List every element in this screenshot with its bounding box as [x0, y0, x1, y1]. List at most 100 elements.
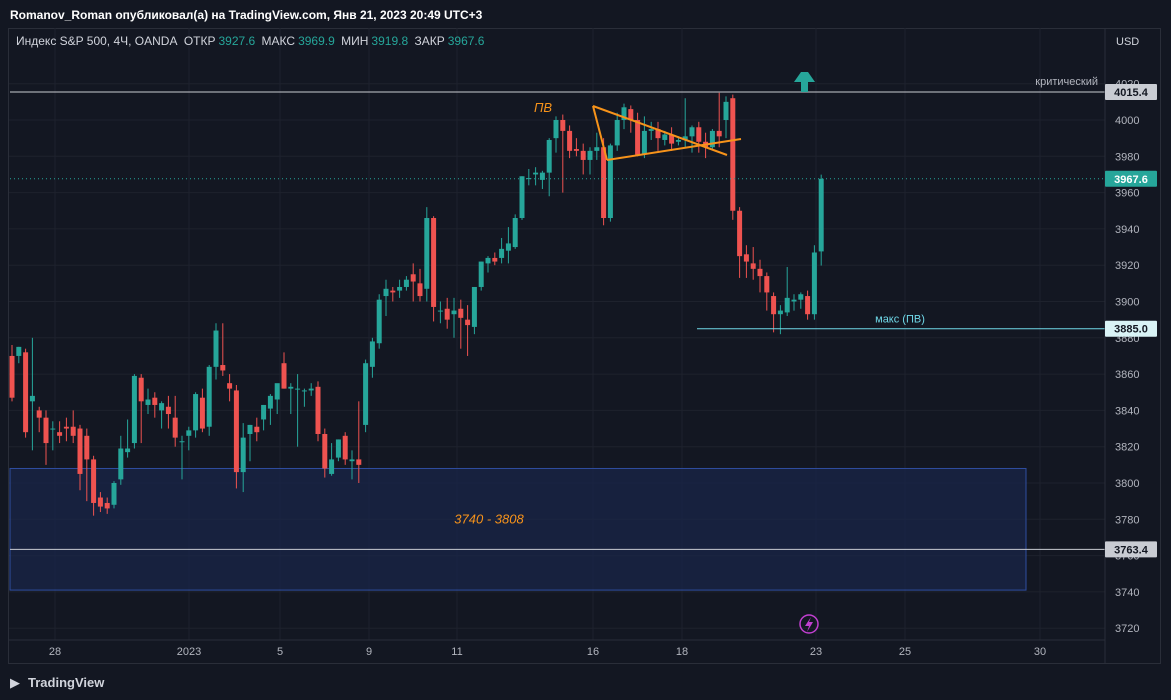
zone-label: 3740 - 3808: [454, 511, 524, 526]
candle: [403, 276, 409, 291]
candle-body: [805, 296, 811, 315]
candle-body: [499, 248, 505, 258]
close-value: 3967.6: [447, 34, 485, 48]
low-label: МИН: [341, 34, 369, 48]
candle: [723, 96, 729, 139]
low-value: 3919.8: [371, 34, 409, 48]
candle: [539, 170, 545, 189]
time-tick-label: 28: [49, 646, 61, 658]
price-tick-label: 3940: [1115, 224, 1139, 236]
candle-body: [206, 366, 212, 427]
candle-body: [118, 448, 124, 480]
candle-body: [417, 283, 423, 297]
price-tick-label: 3860: [1115, 369, 1139, 381]
time-tick-label: 23: [810, 646, 822, 658]
price-tick-label: 3920: [1115, 260, 1139, 272]
candle: [267, 394, 273, 425]
candle-body: [213, 330, 219, 367]
price-tick-label: 3820: [1115, 442, 1139, 454]
candle-body: [798, 294, 804, 300]
candle: [499, 237, 505, 264]
candle-body: [716, 130, 722, 137]
candle: [111, 481, 117, 509]
close-label: ЗАКР: [414, 34, 445, 48]
candle-body: [77, 428, 83, 474]
bolt-icon-glyph: [805, 617, 813, 632]
candle: [512, 214, 518, 249]
candle-body: [199, 397, 205, 429]
candle-body: [519, 176, 525, 219]
candle-body: [159, 403, 165, 411]
high-value: 3969.9: [298, 34, 335, 48]
current-price-tag-text: 3967.6: [1114, 174, 1148, 186]
candle-body: [145, 399, 151, 405]
candle-body: [397, 286, 403, 291]
candle-body: [261, 404, 267, 420]
price-tick-label: 3800: [1115, 478, 1139, 490]
candle: [533, 167, 539, 186]
candle: [458, 299, 464, 349]
price-tick-label: 3740: [1115, 587, 1139, 599]
candle-body: [444, 308, 450, 320]
candle: [471, 286, 477, 335]
candle-body: [424, 218, 430, 289]
time-tick-label: 11: [451, 646, 462, 658]
candle-body: [641, 130, 647, 155]
candle-body: [356, 459, 362, 465]
candle-body: [335, 439, 341, 458]
candle-body: [512, 218, 518, 248]
candle: [444, 297, 450, 329]
candle: [199, 388, 205, 433]
price-tick-label: 3980: [1115, 151, 1139, 163]
candle-body: [267, 395, 273, 409]
candle-body: [614, 120, 620, 146]
max-pv-price-tag: 3885.0: [1105, 320, 1157, 337]
candle: [335, 439, 341, 462]
candle: [437, 301, 443, 324]
candle: [743, 245, 749, 278]
candle: [16, 346, 22, 364]
candle: [791, 294, 797, 311]
candle-body: [471, 286, 477, 327]
candle-body: [648, 129, 654, 131]
candle-body: [709, 130, 715, 148]
candle-body: [743, 254, 749, 262]
triangle-upper-line: [592, 105, 728, 156]
candle-body: [227, 383, 233, 389]
candle-body: [247, 424, 253, 434]
candle: [655, 121, 661, 151]
candle-body: [403, 279, 409, 287]
price-tick-label: 4000: [1115, 115, 1139, 127]
candle: [818, 174, 824, 266]
candle: [63, 417, 69, 442]
candle: [125, 419, 131, 458]
candle-body: [573, 149, 579, 151]
candle-body: [458, 308, 464, 318]
candle-body: [771, 296, 777, 315]
critical-level-label: критический: [1035, 76, 1098, 88]
candle-body: [553, 120, 559, 139]
candle-body: [492, 257, 498, 262]
candle: [811, 245, 817, 320]
candle-body: [410, 274, 416, 282]
candle-body: [607, 145, 613, 219]
tradingview-logo[interactable]: ▶ TradingView: [10, 675, 104, 691]
candle-body: [165, 406, 171, 415]
candle: [696, 121, 702, 153]
candle-body: [818, 178, 824, 252]
footer: ▶ TradingView: [0, 665, 1171, 700]
candle: [519, 176, 525, 220]
candle: [451, 297, 457, 338]
candle-body: [533, 172, 539, 175]
candle: [492, 252, 498, 266]
candle-body: [104, 502, 110, 509]
price-chart[interactable]: 3740 - 3808 критический макс (ПВ) ПВ USD 3720…: [0, 0, 1171, 700]
candle-body: [36, 410, 42, 418]
candle: [138, 374, 144, 444]
candle: [152, 392, 158, 418]
candle: [220, 323, 226, 376]
candle: [417, 268, 423, 302]
candle: [757, 259, 763, 293]
candle: [193, 392, 199, 438]
candle-body: [23, 352, 29, 433]
